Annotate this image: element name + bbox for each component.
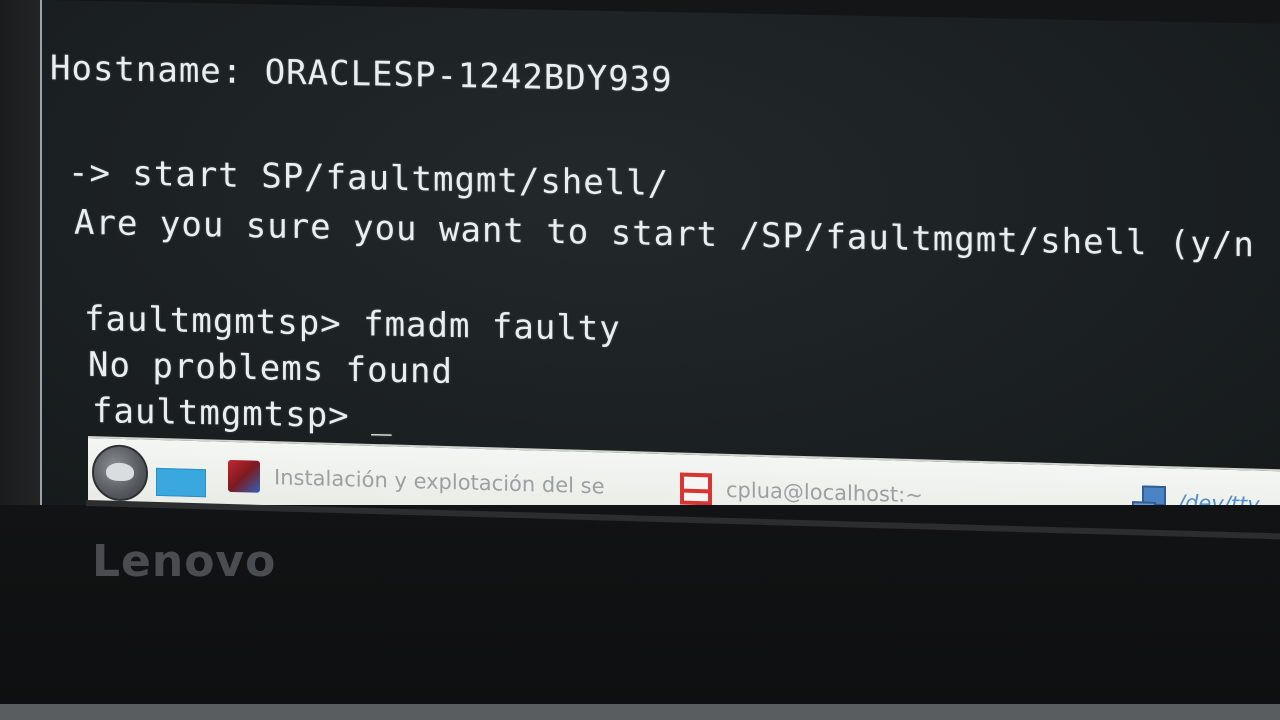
result-line: No problems found xyxy=(88,344,453,392)
photo-scene: Hostname: ORACLESP-1242BDY939 -> start S… xyxy=(0,0,1280,720)
taskbar-item-browser-label: Instalación y explotación del se xyxy=(274,465,605,499)
taskbar-item-terminal-label: cplua@localhost:~ xyxy=(726,477,923,508)
brand-logo: Lenovo xyxy=(92,536,277,587)
taskbar-item-browser[interactable]: Instalación y explotación del se xyxy=(228,456,648,508)
terminal-icon xyxy=(680,472,712,506)
prompt-text: faultmgmtsp> xyxy=(92,390,372,437)
command-line: -> start SP/faultmgmt/shell/ xyxy=(68,152,670,205)
confirm-prompt-line: Are you sure you want to start /SP/fault… xyxy=(74,202,1255,266)
fmadm-command-line: faultmgmtsp> fmadm faulty xyxy=(84,298,621,350)
show-desktop-icon[interactable] xyxy=(156,467,206,498)
desk-edge xyxy=(0,704,1280,720)
terminal-window[interactable]: Hostname: ORACLESP-1242BDY939 -> start S… xyxy=(50,40,1280,464)
hostname-line: Hostname: ORACLESP-1242BDY939 xyxy=(50,48,673,101)
text-cursor: _ xyxy=(371,396,393,437)
start-logo xyxy=(106,462,134,482)
start-menu-icon[interactable] xyxy=(92,444,148,502)
prompt-line[interactable]: faultmgmtsp> _ xyxy=(92,391,393,437)
browser-icon xyxy=(228,459,260,493)
